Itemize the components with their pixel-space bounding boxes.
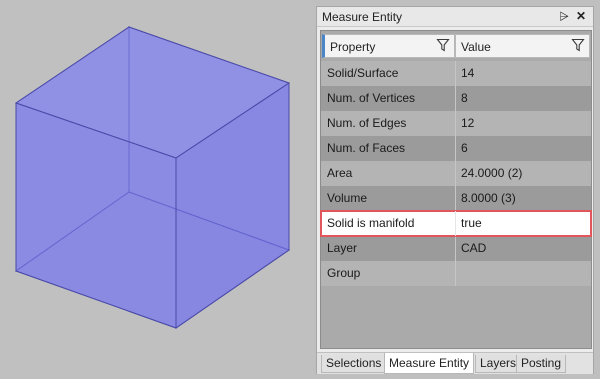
column-header-property-label: Property	[330, 40, 376, 54]
property-cell: Solid is manifold	[327, 216, 415, 230]
property-cell: Num. of Vertices	[327, 91, 416, 105]
value-cell: 14	[461, 66, 475, 80]
value-cell: 8	[461, 91, 468, 105]
column-header-value-label: Value	[461, 40, 491, 54]
value-cell: 8.0000 (3)	[461, 191, 516, 205]
measure-entity-panel: Measure Entity ⩥ ✕ Property Value Solid/…	[316, 6, 594, 374]
table-row[interactable]: Num. of Vertices 8	[321, 86, 591, 111]
column-divider	[455, 186, 456, 211]
table-row[interactable]: Group	[321, 261, 591, 286]
panel-tab-bar: Selections Measure Entity Layers Posting	[317, 352, 593, 374]
value-cell: 6	[461, 141, 468, 155]
cube-model[interactable]	[0, 0, 314, 379]
3d-viewport[interactable]	[0, 0, 314, 379]
column-header-value[interactable]: Value	[455, 34, 590, 58]
column-divider	[455, 211, 456, 236]
property-cell: Solid/Surface	[327, 66, 399, 80]
table-row-highlighted[interactable]: Solid is manifold true	[320, 210, 592, 237]
property-cell: Num. of Faces	[327, 141, 406, 155]
tab-measure-entity[interactable]: Measure Entity	[384, 353, 475, 374]
tab-layers[interactable]: Layers	[475, 355, 522, 373]
column-header-property[interactable]: Property	[322, 34, 455, 58]
tab-selections[interactable]: Selections	[321, 355, 387, 373]
column-divider	[455, 136, 456, 161]
table-row[interactable]: Area 24.0000 (2)	[321, 161, 591, 186]
filter-icon[interactable]	[571, 38, 585, 52]
value-cell: CAD	[461, 241, 487, 255]
table-row[interactable]: Layer CAD	[321, 236, 591, 261]
panel-header: Measure Entity ⩥ ✕	[317, 7, 593, 27]
property-cell: Volume	[327, 191, 368, 205]
column-divider	[455, 61, 456, 86]
property-cell: Group	[327, 266, 361, 280]
value-cell: 24.0000 (2)	[461, 166, 523, 180]
property-cell: Layer	[327, 241, 358, 255]
table-row[interactable]: Volume 8.0000 (3)	[321, 186, 591, 211]
filter-icon[interactable]	[436, 38, 450, 52]
value-cell: 12	[461, 116, 475, 130]
grid-header: Property Value	[321, 34, 591, 58]
panel-title: Measure Entity	[322, 10, 403, 24]
table-row[interactable]: Num. of Faces 6	[321, 136, 591, 161]
column-divider	[455, 261, 456, 286]
column-divider	[455, 161, 456, 186]
value-cell	[461, 261, 589, 286]
table-row[interactable]: Solid/Surface 14	[321, 61, 591, 86]
grid-rows: Solid/Surface 14 Num. of Vertices 8 Num.…	[320, 61, 592, 286]
property-grid: Property Value Solid/Surface 14 Num. of …	[320, 30, 592, 349]
table-row[interactable]: Num. of Edges 12	[321, 111, 591, 136]
column-divider	[455, 236, 456, 261]
tab-posting[interactable]: Posting	[516, 355, 567, 373]
value-cell: true	[461, 216, 482, 230]
column-divider	[455, 111, 456, 136]
pin-icon[interactable]: ⩥	[557, 9, 571, 24]
property-cell: Num. of Edges	[327, 116, 407, 130]
column-divider	[455, 86, 456, 111]
property-cell: Area	[327, 166, 353, 180]
close-icon[interactable]: ✕	[574, 9, 588, 24]
